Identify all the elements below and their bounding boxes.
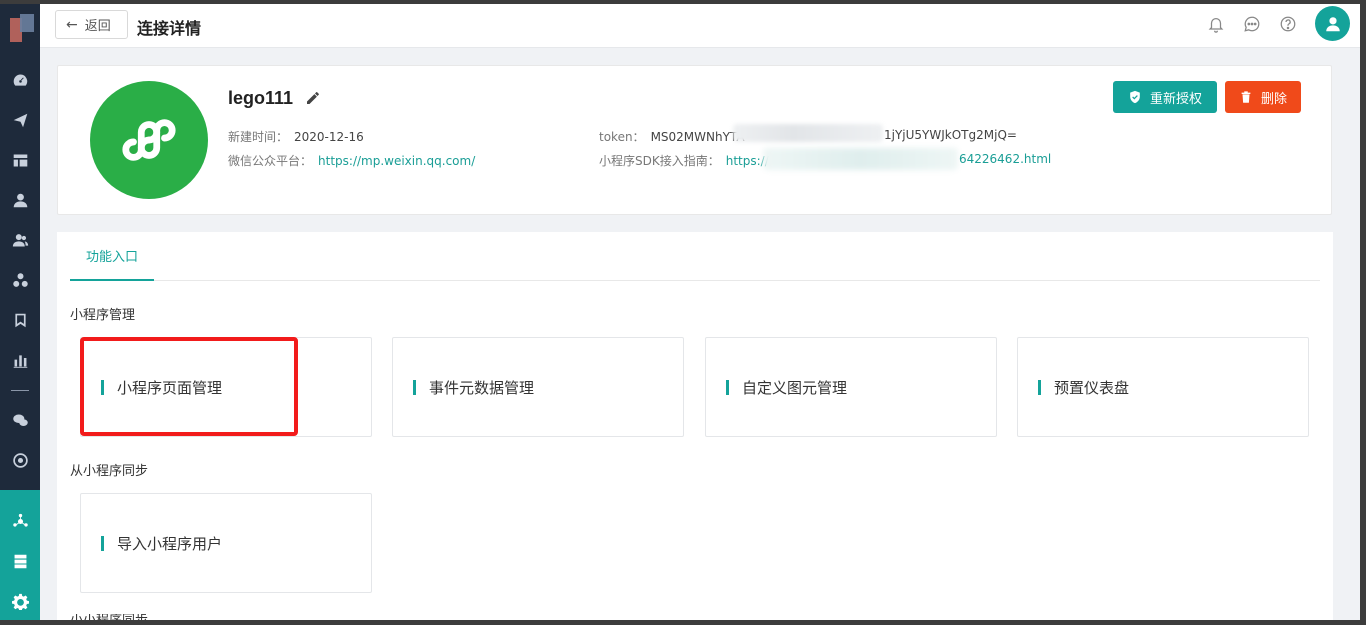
top-header: ← 返回 连接详情 <box>40 4 1360 48</box>
sdk-link-end-wrap: 64226462.html <box>959 152 1051 166</box>
section-title-sync: 从小程序同步 <box>70 464 149 479</box>
window-frame-top <box>0 0 1366 4</box>
connection-info-card: lego111 新建时间： 2020-12-16 微信公众平台： https://m… <box>57 65 1332 215</box>
delete-button[interactable]: 删除 <box>1225 81 1301 113</box>
window-frame-right <box>1360 0 1366 625</box>
card-custom-element[interactable]: 自定义图元管理 <box>705 337 997 437</box>
reauthorize-label: 重新授权 <box>1149 91 1202 107</box>
card-accent-bar <box>101 536 104 551</box>
card-accent-bar <box>1038 380 1041 395</box>
sidebar <box>0 4 40 624</box>
back-button-label: 返回 <box>84 19 111 34</box>
platform-row: 微信公众平台： https://mp.weixin.qq.com/ <box>228 152 475 169</box>
card-event-metadata[interactable]: 事件元数据管理 <box>392 337 684 437</box>
settings-icon[interactable] <box>10 591 30 611</box>
card-preset-dashboard[interactable]: 预置仪表盘 <box>1017 337 1309 437</box>
user-icon[interactable] <box>10 190 30 210</box>
sidebar-divider <box>11 390 29 391</box>
card-accent-bar <box>101 380 104 395</box>
layout-icon[interactable] <box>10 150 30 170</box>
bookmark-icon[interactable] <box>10 310 30 330</box>
sdk-row: 小程序SDK接入指南： https:// <box>599 152 769 169</box>
send-icon[interactable] <box>10 110 30 130</box>
bell-icon[interactable] <box>1207 15 1225 33</box>
card-page-management[interactable]: 小程序页面管理 <box>80 337 372 437</box>
section-title-management: 小程序管理 <box>70 308 136 323</box>
card-label: 自定义图元管理 <box>742 379 848 397</box>
token-value-end: 1jYjU5YWJkOTg2MjQ= <box>884 128 1017 142</box>
target-icon[interactable] <box>10 450 30 470</box>
card-label: 小程序页面管理 <box>117 379 223 397</box>
bar-chart-icon[interactable] <box>10 350 30 370</box>
card-accent-bar <box>726 380 729 395</box>
card-label: 事件元数据管理 <box>429 379 535 397</box>
card-import-users[interactable]: 导入小程序用户 <box>80 493 372 593</box>
token-label: token： <box>599 130 645 144</box>
sdk-label: 小程序SDK接入指南： <box>599 154 720 168</box>
sidebar-active-group <box>0 490 40 624</box>
app-logo-icon[interactable] <box>10 14 36 46</box>
help-icon[interactable] <box>1279 15 1297 33</box>
platform-link[interactable]: https://mp.weixin.qq.com/ <box>318 154 475 168</box>
server-icon[interactable] <box>10 551 30 571</box>
app-name: lego111 <box>228 88 294 108</box>
token-row: token： MS02MWNhYTA <box>599 128 745 145</box>
window-frame-bottom <box>0 620 1366 625</box>
feature-panel: 功能入口 小程序管理 小程序页面管理 事件元数据管理 自定义图元管理 预置仪表盘… <box>57 232 1333 620</box>
tab-bar: 功能入口 <box>70 232 1320 281</box>
sdk-url-redaction <box>763 148 958 170</box>
page-title: 连接详情 <box>137 19 202 38</box>
arrow-left-icon: ← <box>66 16 78 33</box>
card-label: 导入小程序用户 <box>117 535 223 553</box>
created-time: 新建时间： 2020-12-16 <box>228 128 364 145</box>
created-value: 2020-12-16 <box>294 130 364 144</box>
wechat-icon[interactable] <box>10 410 30 430</box>
back-button[interactable]: ← 返回 <box>55 10 128 39</box>
token-value-start: MS02MWNhYTA <box>650 130 745 144</box>
miniprogram-logo-icon <box>90 81 208 199</box>
dashboard-icon[interactable] <box>10 70 30 90</box>
platform-label: 微信公众平台： <box>228 154 313 168</box>
sdk-link-end[interactable]: 64226462.html <box>959 152 1051 166</box>
chat-icon[interactable] <box>1243 15 1261 33</box>
user-avatar-icon[interactable] <box>1315 6 1350 41</box>
token-redaction <box>733 124 883 142</box>
shield-icon <box>1130 90 1140 104</box>
users-icon[interactable] <box>10 230 30 250</box>
card-accent-bar <box>413 380 416 395</box>
tab-feature-entry[interactable]: 功能入口 <box>70 232 155 281</box>
network-icon[interactable] <box>10 511 30 531</box>
edit-icon[interactable] <box>305 90 321 106</box>
delete-label: 删除 <box>1260 91 1287 107</box>
reauthorize-button[interactable]: 重新授权 <box>1113 81 1217 113</box>
created-label: 新建时间： <box>228 130 289 144</box>
cluster-icon[interactable] <box>10 270 30 290</box>
token-value-end-wrap: 1jYjU5YWJkOTg2MjQ= <box>884 128 1017 142</box>
trash-icon <box>1241 91 1251 103</box>
card-label: 预置仪表盘 <box>1054 379 1130 397</box>
